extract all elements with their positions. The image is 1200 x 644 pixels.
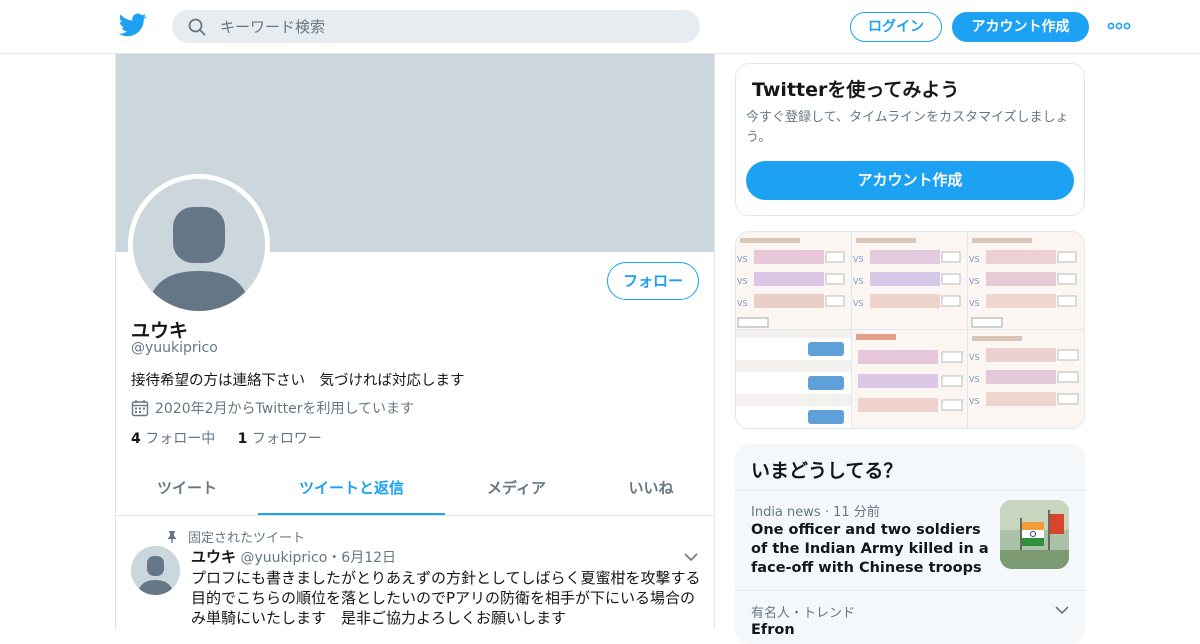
tab-likes[interactable]: いいね xyxy=(588,464,714,515)
tweet-separator: ・ xyxy=(327,550,342,566)
media-grid: VS VS VS VS VS VS VS VS VS VS VS VS xyxy=(735,231,1085,429)
follow-button[interactable]: フォロー xyxy=(607,262,699,300)
media-thumbnail[interactable]: VS VS VS xyxy=(852,232,967,329)
following-count: 4 xyxy=(131,431,141,447)
svg-text:VS: VS xyxy=(969,277,980,286)
search-input[interactable] xyxy=(220,10,680,43)
pin-icon xyxy=(168,531,176,543)
svg-text:VS: VS xyxy=(853,277,864,286)
followers-count: 1 xyxy=(237,431,248,447)
trend-headline[interactable]: One officer and two soldiers of the Indi… xyxy=(751,521,991,578)
svg-text:VS: VS xyxy=(969,397,980,406)
signup-card-title: Twitterを使ってみよう xyxy=(752,79,960,101)
tab-media[interactable]: メディア xyxy=(445,464,588,515)
tab-tweets-and-replies[interactable]: ツイートと返信 xyxy=(258,464,445,515)
svg-text:VS: VS xyxy=(969,255,980,264)
search-bar[interactable] xyxy=(172,10,700,43)
media-thumbnail[interactable]: VS VS VS xyxy=(968,330,1084,428)
svg-text:VS: VS xyxy=(737,277,748,286)
default-avatar-icon xyxy=(131,546,180,595)
chevron-down-icon[interactable] xyxy=(684,553,698,562)
pinned-indicator: 固定されたツイート xyxy=(166,527,305,546)
svg-text:VS: VS xyxy=(969,375,980,384)
search-icon xyxy=(188,18,206,36)
tweet-date[interactable]: 6月12日 xyxy=(341,550,396,566)
profile-bio: 接待希望の方は連絡下さい 気づければ対応します xyxy=(131,373,465,389)
media-thumbnail[interactable]: VS VS VS xyxy=(968,232,1084,329)
following-stat[interactable]: 4 フォロー中 xyxy=(131,431,215,447)
tweet-author-handle[interactable]: @yuukiprico xyxy=(240,550,327,566)
svg-text:VS: VS xyxy=(969,299,980,308)
tab-tweets[interactable]: ツイート xyxy=(116,464,258,515)
media-thumbnail[interactable] xyxy=(852,330,967,428)
tweet-header: ユウキ @yuukiprico・6月12日 xyxy=(191,546,396,567)
pinned-label: 固定されたツイート xyxy=(188,531,306,546)
profile-joined-date: 2020年2月からTwitterを利用しています xyxy=(131,398,414,418)
svg-text:VS: VS xyxy=(737,255,748,264)
profile-display-name: ユウキ xyxy=(131,320,189,342)
trend-category: India news xyxy=(751,505,821,520)
chevron-down-icon[interactable] xyxy=(1055,606,1069,615)
pinned-tweet[interactable]: 固定されたツイート ユウキ @yuukiprico・6月12日 プロフにも書きま… xyxy=(116,517,714,637)
default-avatar-icon xyxy=(133,179,265,311)
tweet-text: プロフにも書きましたがとりあえずの方針としてしばらく夏蜜柑を攻撃する目的でこちら… xyxy=(191,569,701,627)
game-screenshot-image: VS VS VS xyxy=(968,232,1084,329)
flag-photo-image xyxy=(1000,500,1069,569)
game-screenshot-image: VS VS VS xyxy=(852,232,967,329)
tweet-avatar[interactable] xyxy=(131,546,180,595)
calendar-icon xyxy=(131,400,149,417)
game-screenshot-image: VS VS VS xyxy=(968,330,1084,428)
media-thumbnail[interactable] xyxy=(736,330,851,428)
trend-meta: India news · 11 分前 xyxy=(751,505,880,520)
followers-label: フォロワー xyxy=(251,431,322,447)
svg-text:VS: VS xyxy=(853,255,864,264)
game-screenshot-image xyxy=(852,330,967,428)
signup-card-description: 今すぐ登録して、タイムラインをカスタマイズしましょう。 xyxy=(746,110,1069,145)
tweet-author-name[interactable]: ユウキ xyxy=(191,548,236,566)
svg-text:VS: VS xyxy=(737,299,748,308)
game-screenshot-image xyxy=(736,330,851,428)
svg-text:VS: VS xyxy=(969,353,980,362)
login-button[interactable]: ログイン xyxy=(850,12,942,42)
following-label: フォロー中 xyxy=(145,431,216,447)
profile-column: フォロー ユウキ @yuukiprico 接待希望の方は連絡下さい 気づければ対… xyxy=(115,54,715,630)
trends-title: いまどうしてる？ xyxy=(751,460,903,482)
joined-text: 2020年2月からTwitterを利用しています xyxy=(155,401,415,417)
profile-tabs: ツイート ツイートと返信 メディア いいね xyxy=(116,464,714,516)
followers-stat[interactable]: 1 フォロワー xyxy=(238,431,322,447)
signup-button[interactable]: アカウント作成 xyxy=(952,12,1089,42)
signup-card-button[interactable]: アカウント作成 xyxy=(746,161,1074,200)
divider xyxy=(735,590,1085,591)
more-dots-icon[interactable] xyxy=(1107,19,1131,33)
svg-text:VS: VS xyxy=(853,299,864,308)
trend-thumbnail[interactable] xyxy=(1000,500,1069,569)
twitter-bird-icon[interactable] xyxy=(119,13,147,37)
media-thumbnail[interactable]: VS VS VS xyxy=(736,232,851,329)
profile-avatar[interactable] xyxy=(128,174,270,316)
game-screenshot-image: VS VS VS xyxy=(736,232,851,329)
profile-stats: 4 フォロー中 1 フォロワー xyxy=(131,428,340,448)
top-navigation-bar: ログイン アカウント作成 xyxy=(0,0,1200,54)
divider xyxy=(735,490,1085,491)
profile-handle: @yuukiprico xyxy=(131,340,218,356)
signup-card: Twitterを使ってみよう 今すぐ登録して、タイムラインをカスタマイズしましょ… xyxy=(735,63,1085,216)
trend-headline[interactable]: Efron xyxy=(751,621,991,640)
trend-meta: 有名人・トレンド xyxy=(751,602,855,621)
trend-category: 有名人・トレンド xyxy=(751,606,856,621)
trend-time: 11 分前 xyxy=(833,505,880,520)
trends-panel: いまどうしてる？ India news · 11 分前 One officer … xyxy=(735,444,1085,644)
